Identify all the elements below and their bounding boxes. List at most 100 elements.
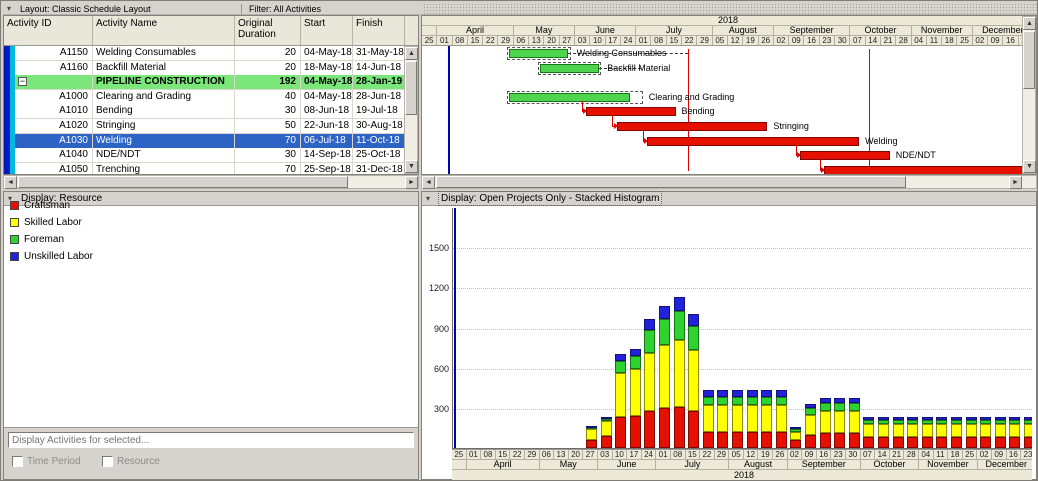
histogram-segment-craftsman — [877, 437, 889, 448]
scroll-down-icon[interactable]: ▼ — [1023, 160, 1036, 173]
legend-item-craftsman[interactable]: Craftsman — [10, 198, 70, 212]
cell-id: A1030 — [15, 133, 93, 149]
y-gridline — [453, 368, 1032, 370]
column-header-start[interactable]: Start — [301, 16, 353, 45]
month-july: July — [656, 460, 730, 469]
histogram-segment-foreman — [761, 397, 773, 406]
scroll-right-icon[interactable]: ► — [405, 176, 418, 189]
foreman-color-swatch — [10, 234, 19, 244]
histogram-segment-skilled-labor — [731, 405, 743, 432]
month-august: August — [729, 460, 788, 469]
table-header-row: Activity ID Activity Name Original Duratio… — [4, 16, 418, 46]
toolbar-pattern-area — [423, 3, 1037, 14]
histogram-segment-foreman — [907, 419, 919, 424]
cell-name: Clearing and Grading — [93, 89, 235, 105]
scrollbar-thumb[interactable] — [18, 176, 348, 188]
scrollbar-thumb[interactable] — [405, 61, 417, 115]
cell-id: A1050 — [15, 162, 93, 174]
cell-start: 06-Jul-18 — [301, 133, 353, 149]
histogram-segment-skilled-labor — [819, 410, 831, 434]
gantt-bar-stringing[interactable] — [616, 122, 768, 131]
collapse-icon[interactable]: − — [18, 77, 27, 87]
data-date-line — [454, 208, 456, 448]
table-vertical-scrollbar[interactable]: ▲ ▼ — [404, 46, 418, 174]
layout-label: Layout: Classic Schedule Layout — [20, 4, 151, 14]
histogram-segment-unskilled-labor — [848, 398, 860, 404]
table-row-a1040[interactable]: A1040 NDE/NDT 30 14-Sep-18 25-Oct-18 — [4, 148, 405, 164]
scrollbar-thumb[interactable] — [436, 176, 906, 188]
table-row-a1150[interactable]: A1150 Welding Consumables 20 04-May-18 31-Ma… — [4, 46, 405, 61]
histogram-segment-skilled-labor — [892, 423, 904, 438]
gantt-bar-welding[interactable] — [647, 136, 860, 146]
week-cell: 01 — [437, 36, 453, 45]
gantt-bar-nde-ndt[interactable] — [800, 151, 890, 161]
legend-item-skilled-labor[interactable]: Skilled Labor — [10, 215, 82, 229]
table-row-a1020[interactable]: A1020 Stringing 50 22-Jun-18 30-Aug-18 — [4, 119, 405, 134]
column-header-activity-id[interactable]: Activity ID — [4, 16, 93, 45]
relationship-arrowhead-icon — [644, 137, 649, 144]
week-cell: 15 — [496, 450, 511, 459]
gantt-bar-welding-consumables[interactable] — [509, 49, 569, 58]
gantt-bar-label: Stringing — [773, 121, 809, 131]
week-cell: 11 — [927, 36, 943, 45]
histogram-segment-skilled-labor — [702, 405, 714, 432]
gantt-bar-clearing-and-grading[interactable] — [509, 92, 630, 102]
cell-name: Welding Consumables — [93, 46, 235, 61]
legend-label: Unskilled Labor — [24, 250, 93, 262]
histogram-segment-craftsman — [936, 437, 948, 448]
week-cell: 16 — [804, 36, 820, 45]
table-horizontal-scrollbar[interactable]: ◄ ► — [3, 175, 419, 189]
histogram-segment-skilled-labor — [717, 405, 729, 432]
gantt-horizontal-scrollbar[interactable]: ◄ ► — [421, 175, 1037, 189]
scroll-left-icon[interactable]: ◄ — [4, 176, 17, 189]
week-cell: 01 — [656, 450, 671, 459]
table-row-a1050[interactable]: A1050 Trenching 70 25-Sep-18 31-Dec-18 — [4, 162, 405, 174]
week-cell: 19 — [743, 36, 759, 45]
gantt-bar-trenching[interactable] — [824, 165, 1024, 174]
histogram-segment-foreman — [790, 429, 802, 432]
layout-options-chevron-icon[interactable]: ▾ — [7, 3, 11, 15]
scrollbar-thumb[interactable] — [1023, 31, 1035, 89]
scroll-up-icon[interactable]: ▲ — [1023, 17, 1036, 30]
table-row-a1030[interactable]: A1030 Welding 70 06-Jul-18 11-Oct-18 — [4, 133, 405, 149]
histogram-segment-skilled-labor — [980, 423, 992, 438]
week-cell: 09 — [789, 36, 805, 45]
histogram-segment-unskilled-labor — [863, 417, 875, 420]
cell-start: 04-May-18 — [301, 46, 353, 61]
gantt-bar-backfill-material[interactable] — [540, 63, 600, 73]
histogram-segment-skilled-labor — [994, 423, 1006, 438]
table-row-pipeline-construction[interactable]: − PIPELINE CONSTRUCTION 192 04-May-18 28-Jan… — [4, 75, 405, 91]
week-cell: 23 — [831, 450, 847, 459]
histogram-segment-skilled-labor — [877, 423, 889, 438]
week-cell: 26 — [773, 450, 788, 459]
column-header-original-duration[interactable]: Original Duration — [235, 16, 301, 45]
histogram-segment-craftsman — [629, 415, 641, 448]
scroll-down-icon[interactable]: ▼ — [405, 160, 418, 173]
week-cell: 24 — [642, 450, 657, 459]
scroll-left-icon[interactable]: ◄ — [422, 176, 435, 189]
table-row-a1000[interactable]: A1000 Clearing and Grading 40 04-May-18 28-J… — [4, 89, 405, 105]
legend-item-foreman[interactable]: Foreman — [10, 232, 64, 246]
primavera-p6-window: ▾ Layout: Classic Schedule Layout Filter… — [0, 0, 1038, 481]
histogram-segment-craftsman — [746, 431, 758, 448]
histogram-segment-foreman — [863, 419, 875, 424]
column-header-activity-name[interactable]: Activity Name — [93, 16, 235, 45]
craftsman-color-swatch — [10, 200, 19, 210]
histogram-segment-skilled-labor — [600, 421, 612, 436]
week-cell: 25 — [963, 450, 978, 459]
legend-item-unskilled-labor[interactable]: Unskilled Labor — [10, 249, 93, 263]
histogram-segment-unskilled-labor — [892, 417, 904, 420]
gantt-vertical-scrollbar[interactable]: ▲ ▼ — [1022, 16, 1036, 174]
relationship-arrowhead-icon — [821, 166, 826, 173]
histogram-segment-skilled-labor — [746, 405, 758, 432]
histogram-segment-unskilled-labor — [658, 306, 670, 320]
display-options-chevron-icon[interactable]: ▾ — [426, 192, 430, 205]
gantt-bar-bending[interactable] — [585, 107, 676, 117]
week-cell: 03 — [575, 36, 591, 45]
scroll-up-icon[interactable]: ▲ — [405, 47, 418, 60]
scroll-right-icon[interactable]: ► — [1009, 176, 1022, 189]
cell-dur: 30 — [235, 104, 301, 120]
table-row-a1010[interactable]: A1010 Bending 30 08-Jun-18 19-Jul-18 — [4, 104, 405, 120]
table-row-a1160[interactable]: A1160 Backfill Material 20 18-May-18 14-Jun-… — [4, 60, 405, 76]
column-header-finish[interactable]: Finish — [353, 16, 405, 45]
